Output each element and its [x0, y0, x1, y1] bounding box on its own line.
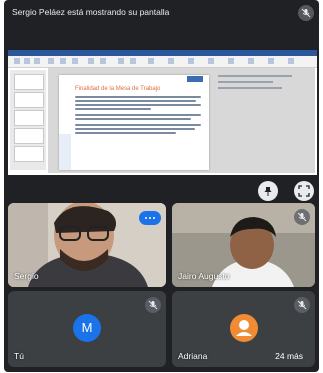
slide-decoration	[59, 134, 71, 170]
participant-name: Tú	[14, 351, 24, 361]
current-slide: Finalidad de la Mesa de Trabajo	[59, 75, 209, 170]
screen-share-banner: Sergio Peláez está mostrando su pantalla	[12, 7, 170, 17]
slide-thumbnail	[14, 74, 44, 90]
slide-thumbnail	[14, 92, 44, 108]
more-participants-button[interactable]: 24 más	[269, 349, 309, 363]
participant-tile-adriana[interactable]: Adriana 24 más	[172, 291, 315, 367]
meet-call-screen: Sergio Peláez está mostrando su pantalla…	[4, 0, 319, 372]
fullscreen-button[interactable]	[294, 181, 314, 201]
mic-muted-icon	[145, 297, 161, 313]
speaking-indicator-icon	[139, 211, 161, 225]
slide-logo	[187, 76, 203, 82]
slide-title: Finalidad de la Mesa de Trabajo	[75, 86, 161, 92]
slide-thumbnail-panel	[10, 70, 46, 170]
slide-thumbnail	[14, 110, 44, 126]
participant-name: Sergio	[14, 271, 39, 281]
slide-body-text	[75, 96, 201, 136]
avatar	[230, 314, 258, 342]
mic-muted-icon	[294, 297, 310, 313]
fullscreen-icon	[298, 185, 310, 197]
pin-icon	[264, 187, 272, 196]
avatar: M	[73, 314, 101, 342]
presenter-mic-muted-icon	[298, 5, 314, 21]
slide-thumbnail	[14, 146, 44, 162]
slide-thumbnail	[14, 128, 44, 144]
pin-button[interactable]	[258, 181, 278, 201]
presentation-ribbon	[8, 56, 317, 68]
shared-screen[interactable]: Finalidad de la Mesa de Trabajo	[8, 50, 317, 175]
participant-name: Jairo Augusto	[178, 271, 230, 281]
participant-name: Adriana	[178, 351, 208, 361]
person-icon	[236, 320, 252, 336]
presenter-notes	[218, 75, 310, 135]
mic-muted-icon	[294, 209, 310, 225]
participant-tile-jairo-augusto[interactable]: Jairo Augusto	[172, 203, 315, 287]
participant-tile-sergio[interactable]: Sergio	[8, 203, 166, 287]
participant-tile-self[interactable]: M Tú	[8, 291, 166, 367]
